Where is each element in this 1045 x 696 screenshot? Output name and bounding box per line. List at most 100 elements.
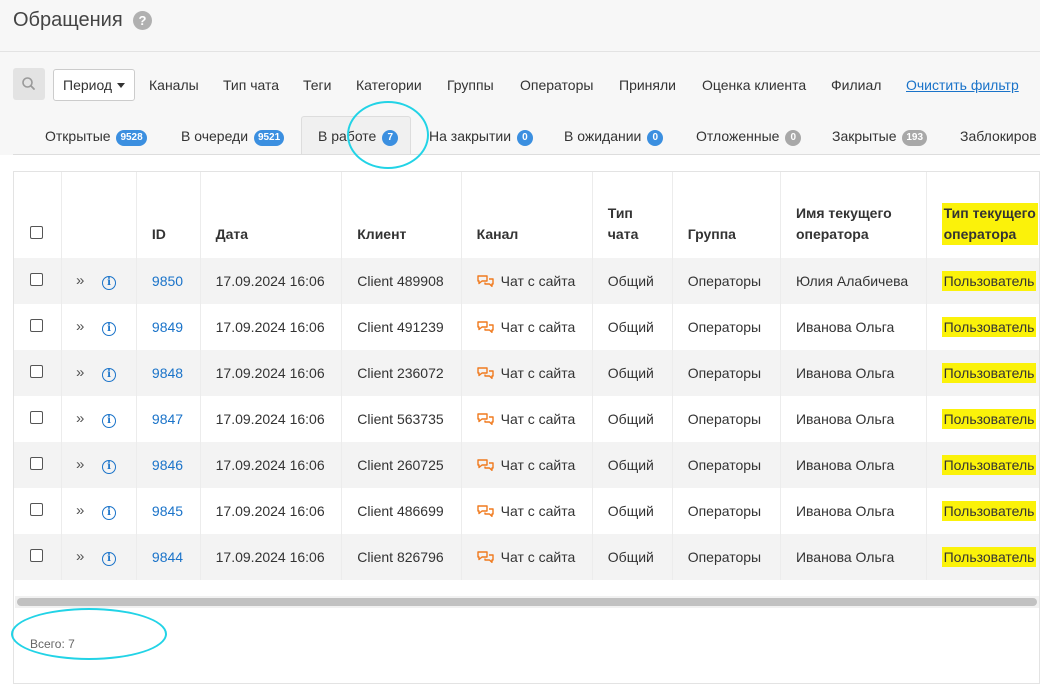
- table-row[interactable]: » i 9848 17.09.2024 16:06 Client 236072 Ч…: [14, 350, 1039, 396]
- info-icon[interactable]: i: [102, 460, 117, 474]
- select-all-checkbox[interactable]: [30, 226, 43, 239]
- tab-count-badge: 7: [382, 130, 399, 146]
- row-checkbox[interactable]: [30, 503, 43, 516]
- header-operator-name[interactable]: Имя текущего оператора: [780, 172, 927, 258]
- header-group[interactable]: Группа: [672, 172, 781, 258]
- row-group: Операторы: [672, 304, 781, 350]
- row-checkbox[interactable]: [30, 319, 43, 332]
- filter-chat-type[interactable]: Тип чата: [223, 77, 279, 93]
- chat-bubbles-icon: [476, 551, 494, 563]
- search-button[interactable]: [13, 68, 45, 100]
- header-operator-type-cell[interactable]: Тип текущего оператора: [926, 172, 1039, 258]
- header-channel[interactable]: Канал: [461, 172, 593, 258]
- chat-bubbles-icon: [476, 321, 494, 333]
- row-operator-type: Пользователь: [941, 363, 1037, 383]
- row-operator-type: Пользователь: [941, 271, 1037, 291]
- period-dropdown[interactable]: Период: [53, 69, 136, 101]
- row-actions-cell: » i: [61, 350, 137, 396]
- info-icon[interactable]: i: [102, 506, 117, 520]
- row-id-link[interactable]: 9846: [152, 457, 183, 473]
- question-circle-icon[interactable]: ?: [133, 11, 152, 30]
- row-channel: Чат с сайта: [500, 549, 576, 565]
- header-date[interactable]: Дата: [200, 172, 343, 258]
- double-chevron-right-icon[interactable]: »: [76, 318, 92, 335]
- row-operator-type-cell: Пользователь: [926, 534, 1039, 580]
- info-icon[interactable]: i: [102, 276, 117, 290]
- clear-filter-link[interactable]: Очистить фильтр: [906, 77, 1019, 93]
- double-chevron-right-icon[interactable]: »: [76, 364, 92, 381]
- double-chevron-right-icon[interactable]: »: [76, 548, 92, 565]
- tab-in-work[interactable]: В работе 7: [301, 116, 411, 154]
- row-select-cell: [14, 534, 63, 580]
- row-id-link[interactable]: 9850: [152, 273, 183, 289]
- tab-blocked[interactable]: Заблокиров: [960, 116, 1037, 154]
- info-icon[interactable]: i: [102, 414, 117, 428]
- filter-accepted[interactable]: Приняли: [619, 77, 676, 93]
- row-operator-type-cell: Пользователь: [926, 304, 1039, 350]
- info-icon[interactable]: i: [102, 552, 117, 566]
- header-select-cell: [14, 172, 63, 258]
- double-chevron-right-icon[interactable]: »: [76, 272, 92, 289]
- row-checkbox[interactable]: [30, 457, 43, 470]
- double-chevron-right-icon[interactable]: »: [76, 456, 92, 473]
- header-id[interactable]: ID: [136, 172, 201, 258]
- row-operator-type-cell: Пользователь: [926, 396, 1039, 442]
- row-id-link[interactable]: 9844: [152, 549, 183, 565]
- row-id-cell: 9848: [136, 350, 201, 396]
- row-checkbox[interactable]: [30, 365, 43, 378]
- row-checkbox[interactable]: [30, 411, 43, 424]
- double-chevron-right-icon[interactable]: »: [76, 502, 92, 519]
- tab-waiting[interactable]: В ожидании 0: [564, 116, 664, 154]
- tab-count-badge: 193: [902, 130, 928, 146]
- header-client[interactable]: Клиент: [341, 172, 462, 258]
- row-id-link[interactable]: 9848: [152, 365, 183, 381]
- tab-closed[interactable]: Закрытые 193: [832, 116, 928, 154]
- table-row[interactable]: » i 9845 17.09.2024 16:06 Client 486699 Ч…: [14, 488, 1039, 534]
- row-checkbox[interactable]: [30, 273, 43, 286]
- table-row[interactable]: » i 9850 17.09.2024 16:06 Client 489908 Ч…: [14, 258, 1039, 304]
- page-header: Обращения ?: [0, 0, 1040, 52]
- total-count: Всего: 7: [30, 637, 75, 651]
- table-row[interactable]: » i 9844 17.09.2024 16:06 Client 826796 Ч…: [14, 534, 1039, 580]
- horizontal-scrollbar[interactable]: [15, 596, 1039, 608]
- info-icon[interactable]: i: [102, 322, 117, 336]
- table-row[interactable]: » i 9846 17.09.2024 16:06 Client 260725 Ч…: [14, 442, 1039, 488]
- filter-categories[interactable]: Категории: [356, 77, 422, 93]
- row-date: 17.09.2024 16:06: [200, 534, 343, 580]
- row-client: Client 236072: [341, 350, 462, 396]
- filter-branch[interactable]: Филиал: [831, 77, 881, 93]
- filter-channels[interactable]: Каналы: [149, 77, 199, 93]
- filter-groups[interactable]: Группы: [447, 77, 494, 93]
- filter-operators[interactable]: Операторы: [520, 77, 593, 93]
- table-row[interactable]: » i 9847 17.09.2024 16:06 Client 563735 Ч…: [14, 396, 1039, 442]
- chat-bubbles-icon: [476, 367, 494, 379]
- row-channel-cell: Чат с сайта: [461, 442, 593, 488]
- row-chat-type: Общий: [592, 534, 673, 580]
- filter-tags[interactable]: Теги: [303, 77, 331, 93]
- page-title: Обращения: [13, 9, 123, 31]
- row-operator-type: Пользователь: [941, 547, 1037, 567]
- row-actions-cell: » i: [61, 534, 137, 580]
- row-client: Client 260725: [341, 442, 462, 488]
- table-row[interactable]: » i 9849 17.09.2024 16:06 Client 491239 Ч…: [14, 304, 1039, 350]
- tab-count-badge: 9528: [116, 130, 147, 146]
- row-id-link[interactable]: 9847: [152, 411, 183, 427]
- row-group: Операторы: [672, 488, 781, 534]
- scrollbar-thumb[interactable]: [17, 598, 1037, 606]
- tab-postponed[interactable]: Отложенные 0: [696, 116, 802, 154]
- row-id-cell: 9847: [136, 396, 201, 442]
- tab-open[interactable]: Открытые 9528: [45, 116, 147, 154]
- filter-client-rating[interactable]: Оценка клиента: [702, 77, 806, 93]
- header-chat-type[interactable]: Тип чата: [592, 172, 673, 258]
- row-id-link[interactable]: 9849: [152, 319, 183, 335]
- row-id-link[interactable]: 9845: [152, 503, 183, 519]
- double-chevron-right-icon[interactable]: »: [76, 410, 92, 427]
- row-checkbox[interactable]: [30, 549, 43, 562]
- tab-queue[interactable]: В очереди 9521: [181, 116, 285, 154]
- row-channel-cell: Чат с сайта: [461, 304, 593, 350]
- info-icon[interactable]: i: [102, 368, 117, 382]
- row-operator: Юлия Алабичева: [780, 258, 927, 304]
- row-id-cell: 9849: [136, 304, 201, 350]
- row-date: 17.09.2024 16:06: [200, 304, 343, 350]
- tab-closing[interactable]: На закрытии 0: [429, 116, 533, 154]
